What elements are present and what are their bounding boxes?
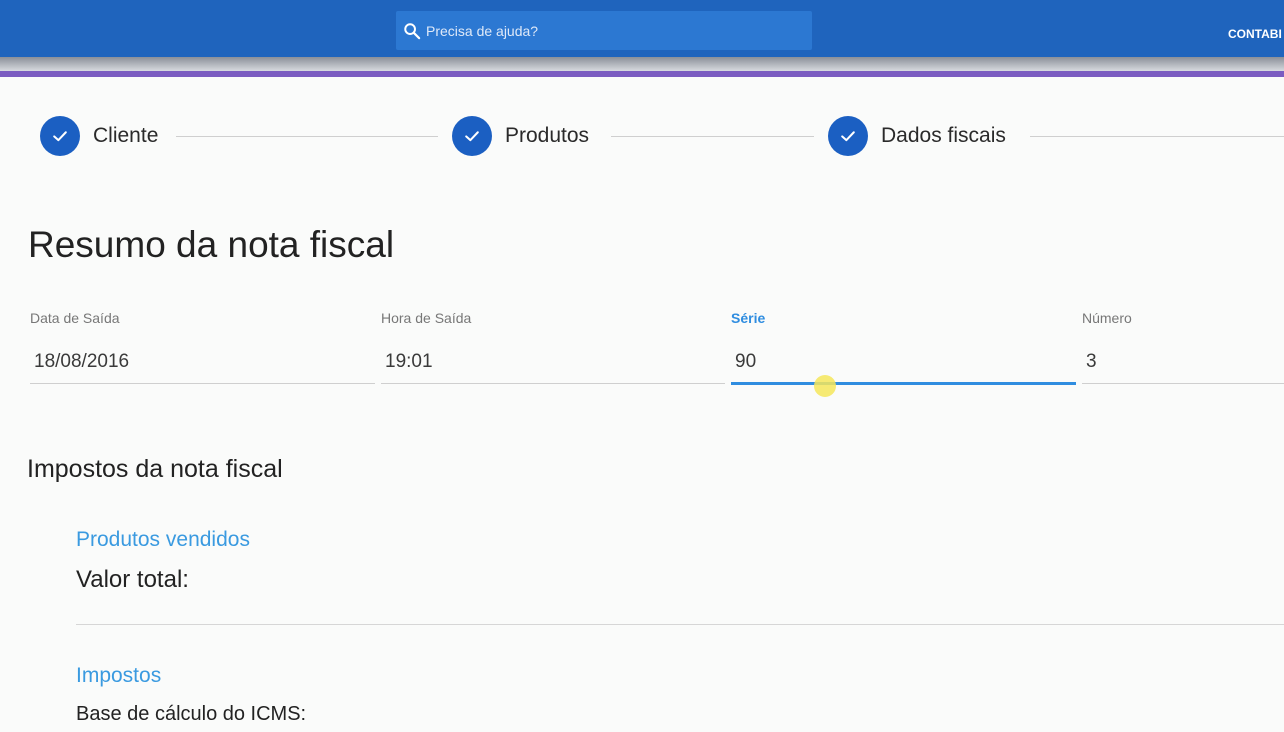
taxes-section-title: Impostos da nota fiscal bbox=[27, 455, 283, 483]
hora-saida-label: Hora de Saída bbox=[381, 310, 472, 326]
serie-label: Série bbox=[731, 310, 766, 326]
serie-underline-focused bbox=[731, 382, 1076, 385]
data-saida-label: Data de Saída bbox=[30, 310, 120, 326]
header-shadow bbox=[0, 57, 1284, 71]
base-calculo-icms-label: Base de cálculo do ICMS: bbox=[76, 703, 307, 725]
serie-input[interactable]: 90 bbox=[735, 351, 756, 373]
step-label: Produtos bbox=[505, 124, 590, 147]
data-saida-input[interactable]: 18/08/2016 bbox=[34, 351, 129, 373]
step-cliente[interactable]: Cliente bbox=[40, 116, 158, 156]
search-icon bbox=[404, 23, 421, 40]
numero-label: Número bbox=[1082, 310, 1132, 326]
main-card bbox=[0, 77, 1284, 732]
step-connector bbox=[611, 136, 814, 137]
check-icon bbox=[828, 116, 868, 156]
top-app-bar: CONTABI bbox=[0, 0, 1284, 57]
valor-total-label: Valor total: bbox=[76, 566, 189, 593]
hora-saida-underline bbox=[381, 383, 725, 384]
numero-input[interactable]: 3 bbox=[1086, 351, 1097, 373]
impostos-heading: Impostos bbox=[76, 664, 162, 687]
step-connector bbox=[1030, 136, 1284, 137]
page-title: Resumo da nota fiscal bbox=[28, 224, 395, 265]
check-icon bbox=[452, 116, 492, 156]
step-label: Dados fiscais bbox=[881, 124, 1006, 147]
numero-underline bbox=[1082, 383, 1284, 384]
section-divider bbox=[76, 624, 1284, 625]
mouse-cursor-highlight bbox=[814, 375, 836, 397]
contabilidade-link[interactable]: CONTABI bbox=[1228, 27, 1282, 41]
data-saida-underline bbox=[30, 383, 375, 384]
hora-saida-input[interactable]: 19:01 bbox=[385, 351, 433, 373]
step-dados-fiscais[interactable]: Dados fiscais bbox=[828, 116, 1006, 156]
help-search-box[interactable] bbox=[396, 11, 812, 50]
step-connector bbox=[176, 136, 438, 137]
step-produtos[interactable]: Produtos bbox=[452, 116, 589, 156]
help-search-input[interactable] bbox=[426, 11, 796, 50]
step-label: Cliente bbox=[93, 124, 159, 147]
produtos-vendidos-heading: Produtos vendidos bbox=[76, 528, 250, 551]
check-icon bbox=[40, 116, 80, 156]
